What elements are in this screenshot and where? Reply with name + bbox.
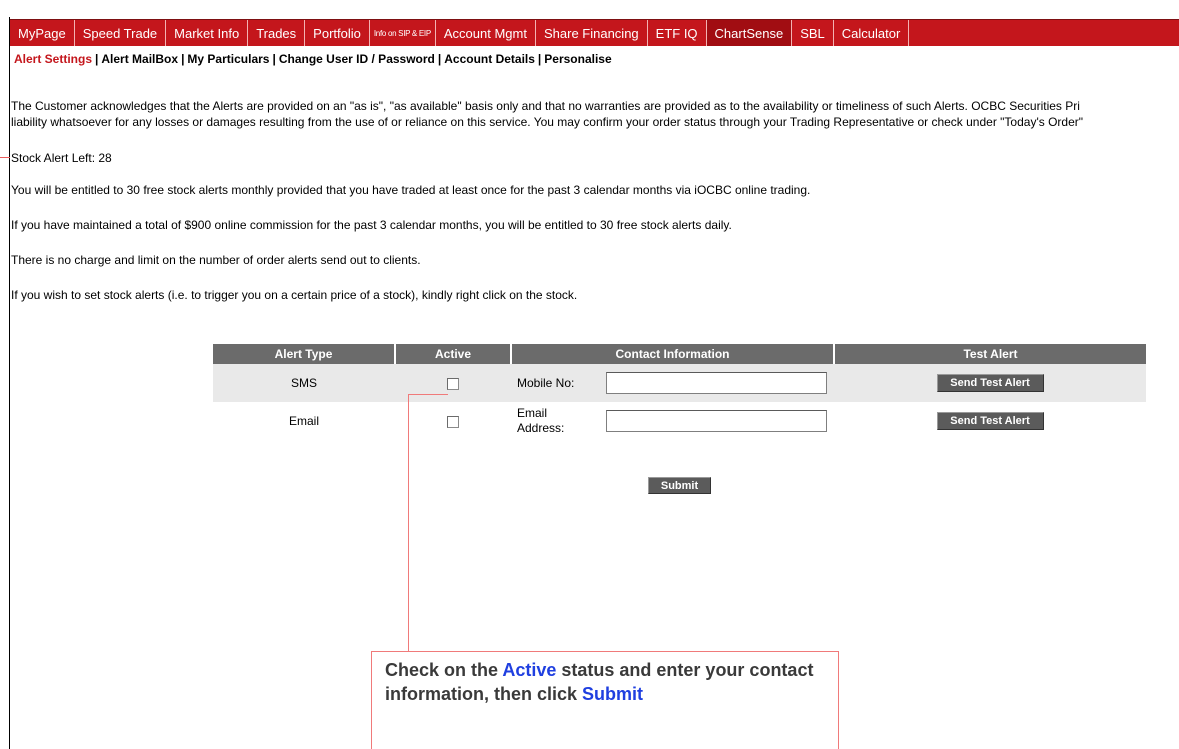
nav-info-on-sip-eip[interactable]: Info on SIP & EIP bbox=[370, 20, 436, 46]
nav-mypage[interactable]: MyPage bbox=[10, 20, 75, 46]
callout-pointer-vertical bbox=[408, 394, 409, 651]
table-row-sms: SMS Mobile No: Send Test Alert bbox=[213, 364, 1146, 402]
instruction-callout: Check on the Active status and enter you… bbox=[371, 651, 839, 749]
nav-market-info[interactable]: Market Info bbox=[166, 20, 249, 46]
email-address-label: Email Address: bbox=[511, 402, 606, 440]
email-send-test-alert-button[interactable]: Send Test Alert bbox=[936, 412, 1044, 430]
alerts-table: Alert Type Active Contact Information Te… bbox=[213, 344, 1146, 440]
email-active-checkbox[interactable] bbox=[447, 415, 459, 428]
subnav-separator: | bbox=[95, 52, 99, 66]
subnav-personalise[interactable]: Personalise bbox=[544, 52, 611, 66]
nav-share-financing[interactable]: Share Financing bbox=[536, 20, 648, 46]
subnav-change-user-id-password[interactable]: Change User ID / Password bbox=[279, 52, 435, 66]
disclaimer-line-2: liability whatsoever for any losses or d… bbox=[11, 115, 1083, 129]
top-navigation-bar: MyPage Speed Trade Market Info Trades Portfo… bbox=[10, 19, 1179, 46]
nav-sbl[interactable]: SBL bbox=[792, 20, 834, 46]
email-test-cell: Send Test Alert bbox=[834, 402, 1146, 440]
info-monthly-alerts: You will be entitled to 30 free stock al… bbox=[11, 183, 811, 197]
subnav-separator: | bbox=[537, 52, 542, 66]
subnav-my-particulars[interactable]: My Particulars bbox=[187, 52, 269, 66]
subnav-account-details[interactable]: Account Details bbox=[444, 52, 535, 66]
header-contact-information: Contact Information bbox=[511, 344, 835, 364]
callout-highlight-active: Active bbox=[502, 660, 557, 680]
info-daily-alerts: If you have maintained a total of $900 o… bbox=[11, 218, 732, 232]
callout-pointer-horizontal bbox=[408, 394, 448, 395]
nav-portfolio[interactable]: Portfolio bbox=[305, 20, 370, 46]
nav-calculator[interactable]: Calculator bbox=[834, 20, 910, 46]
nav-account-mgmt[interactable]: Account Mgmt bbox=[436, 20, 536, 46]
subnav-alert-settings[interactable]: Alert Settings bbox=[14, 52, 92, 66]
stock-alert-left: Stock Alert Left: 28 bbox=[11, 151, 112, 165]
mobile-input-cell bbox=[606, 364, 834, 402]
submit-button[interactable]: Submit bbox=[648, 477, 711, 494]
mobile-no-input[interactable] bbox=[606, 372, 827, 394]
sms-active-cell bbox=[395, 364, 511, 402]
sub-navigation: Alert Settings | Alert MailBox | My Particul… bbox=[14, 52, 612, 66]
nav-speed-trade[interactable]: Speed Trade bbox=[75, 20, 167, 46]
email-alert-type: Email bbox=[288, 414, 319, 428]
nav-etf-iq[interactable]: ETF IQ bbox=[648, 20, 707, 46]
header-active: Active bbox=[395, 344, 512, 364]
sms-active-checkbox[interactable] bbox=[447, 377, 459, 390]
sms-alert-type: SMS bbox=[213, 364, 395, 402]
sms-test-cell: Send Test Alert bbox=[834, 364, 1146, 402]
header-alert-type: Alert Type bbox=[213, 344, 396, 364]
table-row-email: Email Email Address: Send Test Alert bbox=[213, 402, 1146, 440]
header-test-alert: Test Alert bbox=[834, 344, 1146, 364]
email-label-line-2: Address: bbox=[517, 421, 565, 435]
subnav-separator: | bbox=[272, 52, 276, 66]
nav-trades[interactable]: Trades bbox=[248, 20, 306, 46]
subnav-separator: | bbox=[437, 52, 442, 66]
table-header-row: Alert Type Active Contact Information Te… bbox=[213, 344, 1146, 364]
email-active-cell bbox=[395, 402, 511, 440]
email-input-cell bbox=[606, 402, 834, 440]
email-address-input[interactable] bbox=[606, 410, 827, 432]
side-marker-line bbox=[0, 157, 10, 158]
mobile-no-label: Mobile No: bbox=[511, 364, 606, 402]
sms-send-test-alert-button[interactable]: Send Test Alert bbox=[936, 374, 1044, 392]
nav-chartsense[interactable]: ChartSense bbox=[706, 20, 793, 46]
callout-text-1: Check on the bbox=[385, 660, 503, 680]
subnav-alert-mailbox[interactable]: Alert MailBox bbox=[101, 52, 178, 66]
callout-highlight-submit: Submit bbox=[582, 684, 644, 704]
info-right-click: If you wish to set stock alerts (i.e. to… bbox=[11, 288, 578, 302]
info-order-alerts: There is no charge and limit on the numb… bbox=[11, 253, 421, 267]
disclaimer-line-1: The Customer acknowledges that the Alert… bbox=[11, 99, 1080, 113]
email-label-line-1: Email bbox=[517, 406, 548, 420]
